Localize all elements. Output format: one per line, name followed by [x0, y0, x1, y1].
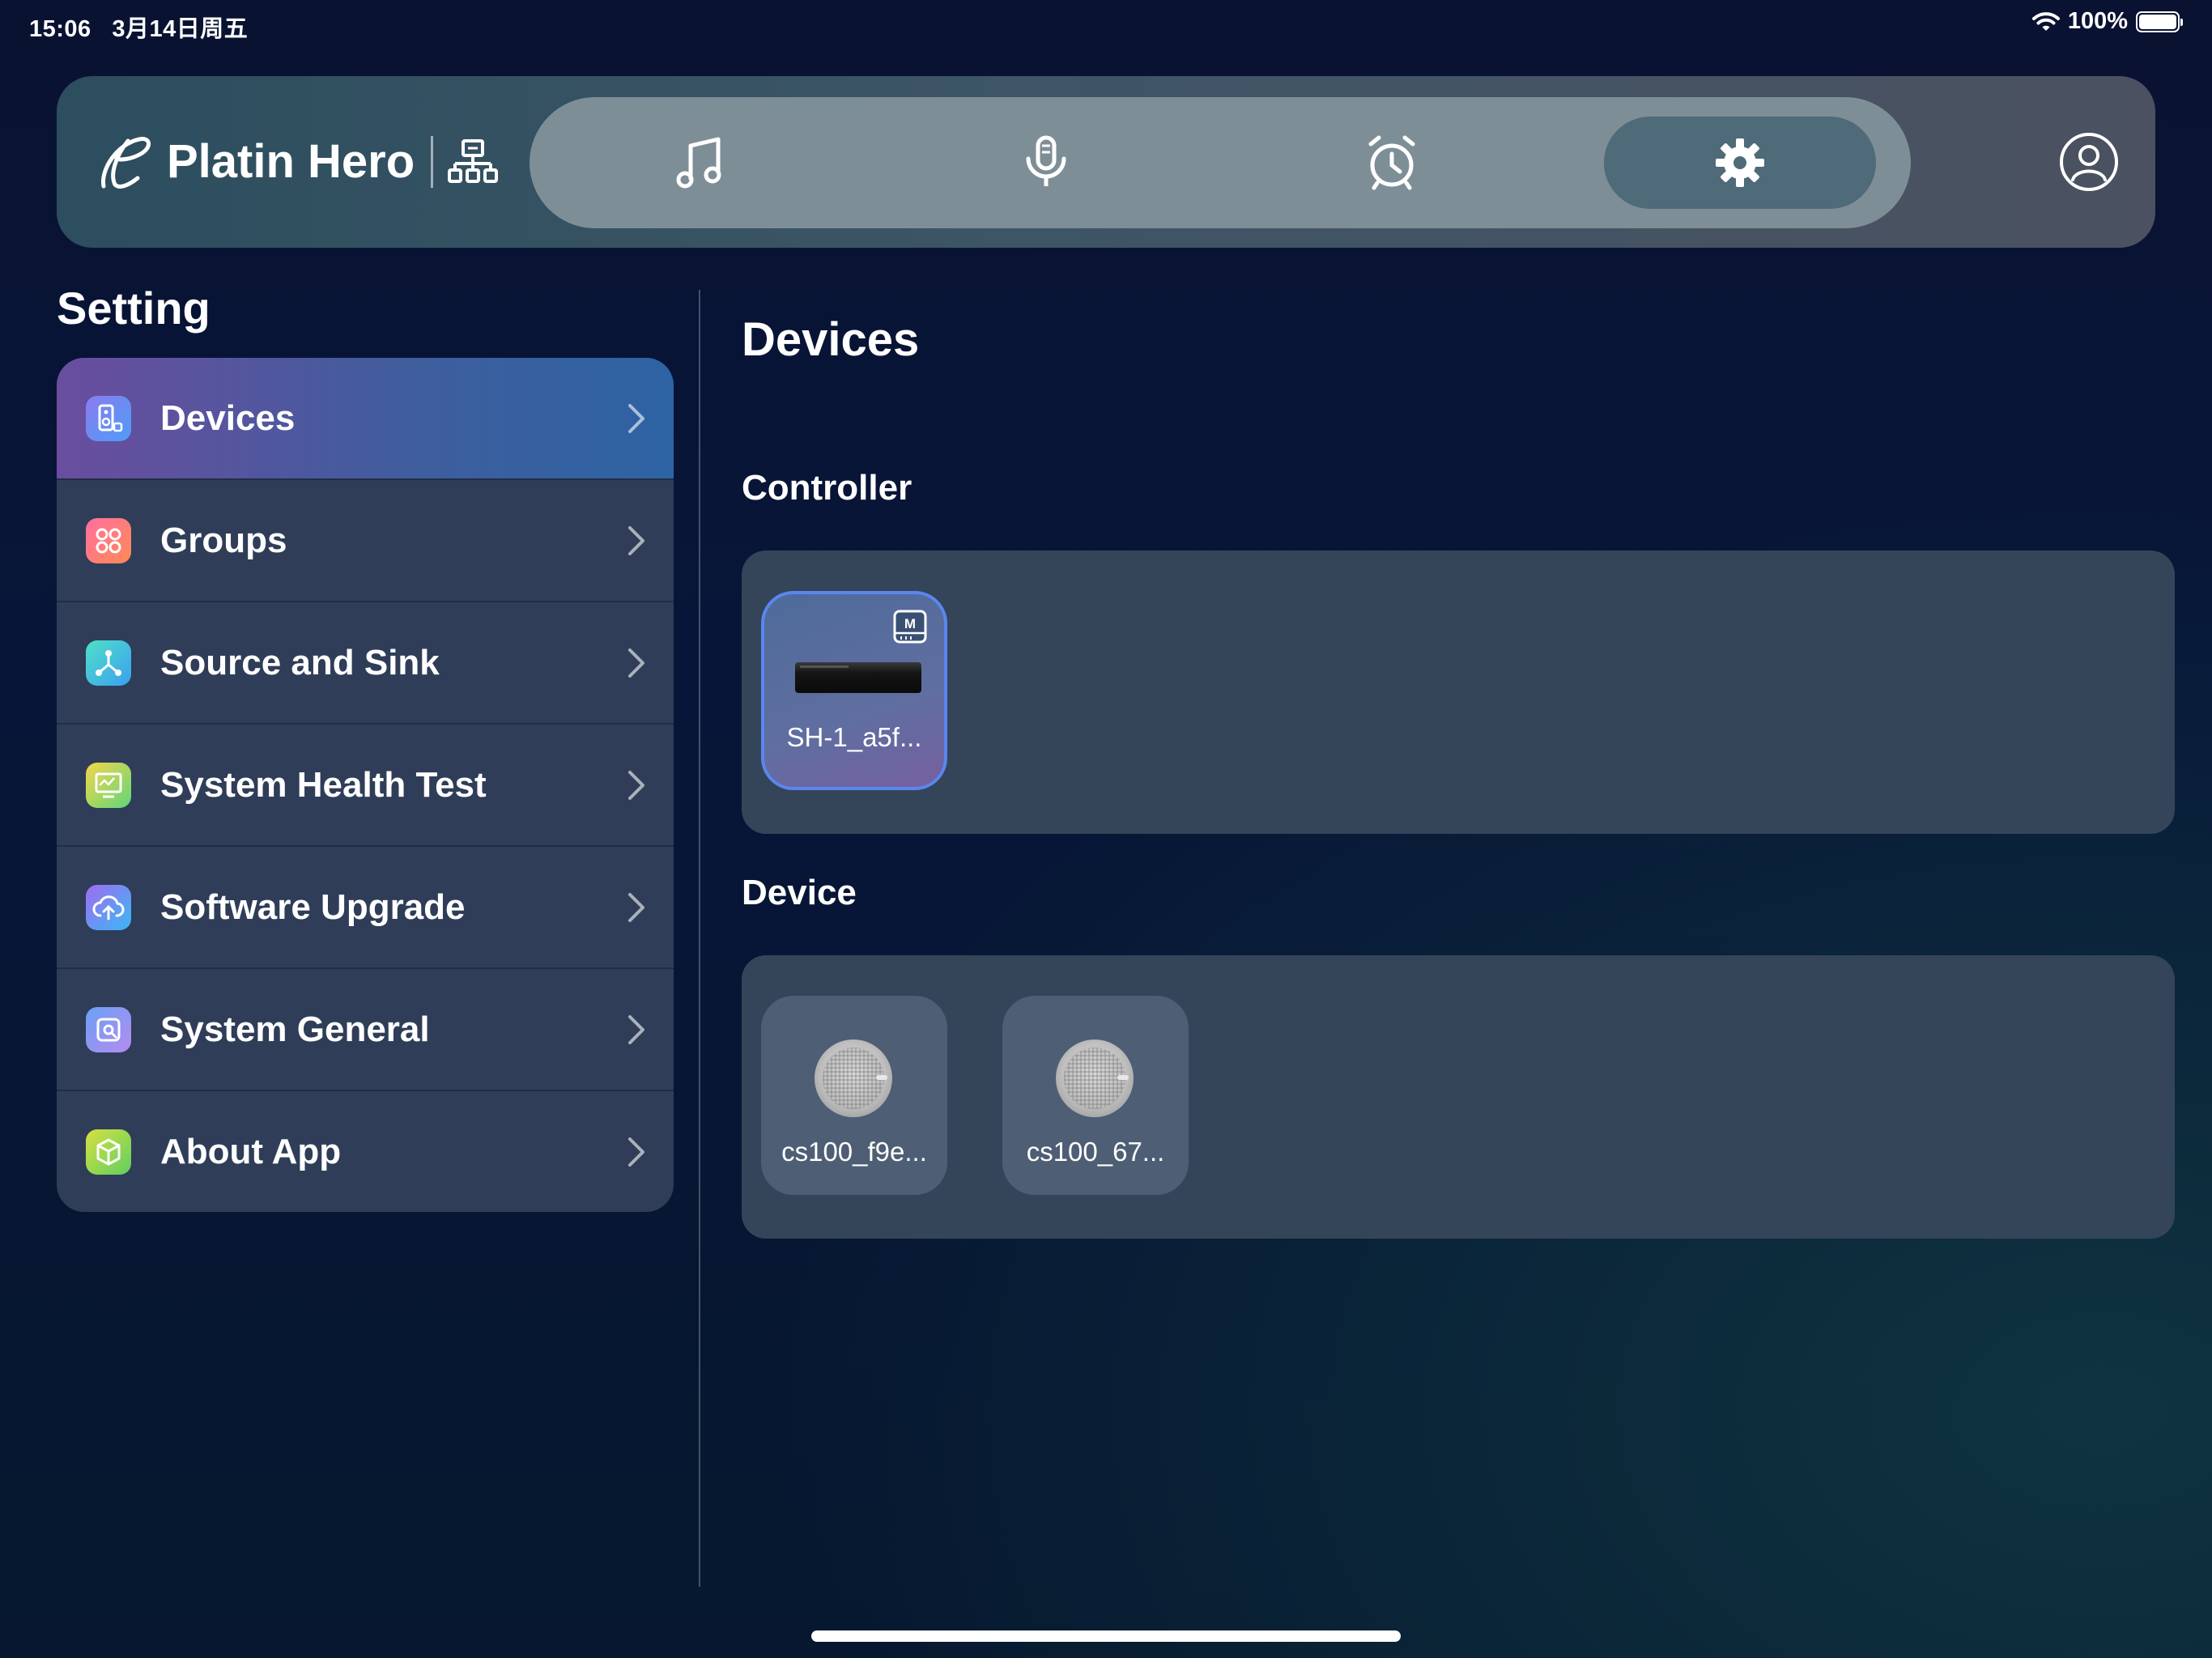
groups-icon [86, 517, 131, 563]
device-card[interactable]: cs100_67... [1002, 996, 1189, 1195]
health-monitor-icon [86, 762, 131, 808]
platin-logo-icon [101, 137, 151, 189]
controller-section-title: Controller [742, 468, 912, 508]
content-divider [699, 290, 700, 1587]
system-general-icon [86, 1006, 131, 1052]
ceiling-speaker-image [815, 1039, 892, 1117]
master-badge-icon: M [893, 610, 927, 644]
status-time: 15:06 [29, 16, 91, 42]
status-bar-time: 15:06 3月14日周五 [29, 10, 248, 44]
sidebar-item-software-upgrade[interactable]: Software Upgrade [57, 847, 674, 969]
device-name: cs100_f9e... [781, 1137, 927, 1167]
sidebar-item-groups[interactable]: Groups [57, 480, 674, 602]
sidebar-item-label: Software Upgrade [160, 886, 466, 927]
settings-menu: Devices Groups Source and Sink System He… [57, 358, 674, 1212]
chevron-right-icon [628, 403, 644, 433]
chevron-right-icon [628, 770, 644, 800]
app-title: Platin Hero [167, 135, 415, 188]
sidebar-item-label: About App [160, 1131, 342, 1171]
device-card[interactable]: cs100_f9e... [761, 996, 947, 1195]
battery-percent: 100% [2067, 8, 2128, 34]
chevron-right-icon [628, 525, 644, 555]
sidebar-item-label: System Health Test [160, 764, 487, 805]
app-cube-icon [86, 1129, 131, 1175]
controller-card[interactable]: M SH-1_a5f... [761, 591, 947, 790]
music-note-icon [676, 137, 721, 189]
sidebar-item-label: System General [160, 1009, 430, 1049]
tab-timer[interactable] [1256, 117, 1528, 209]
master-badge-label: M [904, 616, 916, 631]
chevron-right-icon [628, 892, 644, 922]
sidebar-item-label: Devices [160, 397, 296, 438]
microphone-icon [1026, 135, 1066, 186]
chevron-right-icon [628, 1137, 644, 1167]
chevron-right-icon [628, 648, 644, 678]
sidebar-item-devices[interactable]: Devices [57, 358, 674, 480]
sidebar-title: Setting [57, 283, 211, 334]
sidebar-item-label: Groups [160, 520, 287, 560]
chevron-right-icon [628, 1014, 644, 1044]
battery-icon [2136, 11, 2183, 32]
user-profile-icon[interactable] [2058, 131, 2120, 193]
network-topology-icon[interactable] [447, 136, 499, 188]
amplifier-device-image [795, 662, 921, 693]
status-date: 3月14日周五 [112, 16, 249, 42]
device-panel: cs100_f9e... cs100_67... [742, 955, 2175, 1239]
app-header: Platin Hero [57, 76, 2155, 248]
source-sink-icon [86, 640, 131, 686]
alarm-clock-icon [1368, 135, 1415, 190]
header-divider [431, 136, 433, 188]
speaker-device-icon [86, 395, 131, 441]
device-name: cs100_67... [1026, 1137, 1165, 1167]
sidebar-item-label: Source and Sink [160, 642, 440, 682]
main-nav [530, 97, 1911, 228]
device-section-title: Device [742, 873, 857, 912]
tab-settings[interactable] [1604, 117, 1876, 209]
tab-microphone[interactable] [910, 117, 1182, 209]
status-bar-right: 100% [2031, 8, 2183, 35]
tab-music[interactable] [564, 117, 836, 209]
controller-panel: M SH-1_a5f... [742, 551, 2175, 834]
wifi-icon [2031, 11, 2060, 31]
page-title: Devices [742, 313, 920, 366]
cloud-upload-icon [86, 884, 131, 930]
ceiling-speaker-image [1056, 1039, 1134, 1117]
sidebar-item-system-general[interactable]: System General [57, 969, 674, 1091]
home-indicator[interactable] [811, 1630, 1401, 1642]
gear-icon [1716, 138, 1764, 187]
controller-device-name: SH-1_a5f... [786, 722, 922, 752]
sidebar-item-system-health-test[interactable]: System Health Test [57, 725, 674, 847]
sidebar-item-about-app[interactable]: About App [57, 1091, 674, 1212]
sidebar-item-source-and-sink[interactable]: Source and Sink [57, 602, 674, 725]
